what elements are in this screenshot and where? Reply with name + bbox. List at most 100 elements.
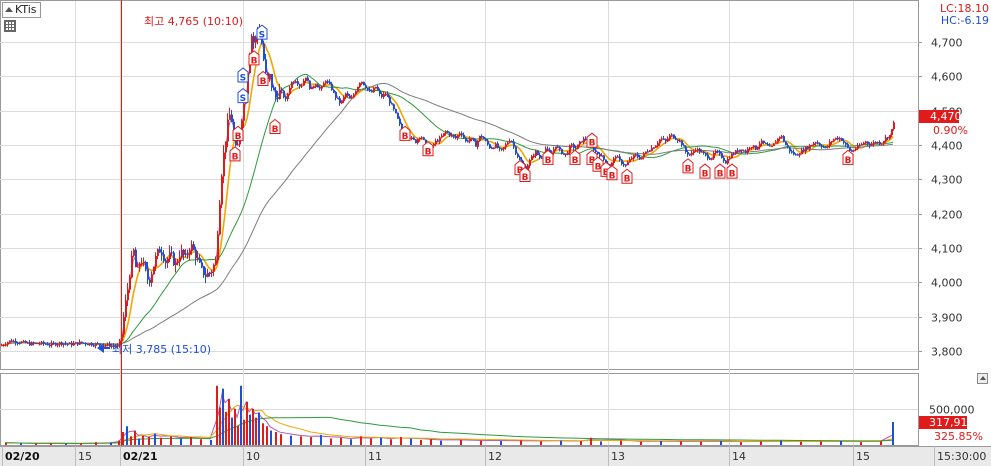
high-marker-label: 최고 4,765 (10:10)	[144, 15, 243, 28]
volume-bar	[400, 437, 402, 445]
candle-body	[849, 147, 851, 151]
candle-body	[631, 158, 633, 160]
volume-bar	[228, 398, 230, 445]
volume-bar	[148, 437, 150, 445]
candle-body	[143, 262, 145, 264]
candle-body	[37, 343, 39, 345]
candle-body	[283, 90, 285, 98]
candle-body	[639, 157, 641, 160]
candle-body	[501, 148, 503, 150]
volume-tick-label: 500,000	[929, 404, 975, 417]
candle-body	[85, 343, 87, 345]
candle-body	[417, 139, 419, 143]
candle-body	[725, 160, 727, 164]
buy-signal: B	[842, 149, 854, 166]
time-tick-label: 15	[856, 450, 870, 463]
axis-labels: 3,8003,9004,0004,1004,2004,3004,4004,500…	[5, 37, 986, 464]
candle-body	[769, 145, 771, 147]
candle-body	[231, 114, 233, 122]
candle-body	[781, 136, 783, 138]
candle-body	[881, 143, 883, 145]
candle-body	[629, 159, 631, 163]
candle-body	[471, 138, 473, 140]
candle-body	[253, 36, 255, 43]
candle-body	[389, 97, 391, 104]
candle-body	[43, 341, 45, 344]
candle-body	[47, 344, 49, 346]
candle-body	[129, 277, 131, 290]
candle-body	[581, 141, 583, 143]
candle-body	[727, 159, 729, 164]
volume-bar	[225, 411, 227, 445]
candle-body	[767, 143, 769, 146]
price-tick-label: 4,300	[931, 174, 963, 187]
candle-body	[637, 154, 639, 158]
candle-body	[323, 83, 325, 87]
low-marker-label: 최저 3,785 (15:10)	[112, 343, 211, 356]
candle-body	[399, 118, 401, 124]
candle-body	[539, 154, 541, 158]
volume-bar	[243, 419, 245, 445]
candle-body	[7, 342, 9, 345]
candle-body	[473, 138, 475, 141]
candle-body	[553, 149, 555, 154]
candle-body	[457, 135, 459, 139]
candle-body	[761, 140, 763, 144]
candle-body	[423, 137, 425, 140]
candle-body	[861, 144, 863, 146]
candle-body	[623, 164, 625, 166]
volume-bar	[892, 422, 894, 445]
volume-ma-lines	[4, 392, 893, 445]
volume-bar	[330, 438, 332, 445]
candle-body	[579, 141, 581, 145]
volume-bar	[420, 439, 422, 445]
candle-body	[327, 81, 329, 83]
candle-body	[453, 134, 455, 137]
candle-body	[833, 139, 835, 142]
candle-body	[11, 340, 13, 342]
volume-bar	[720, 441, 722, 445]
candle-body	[703, 151, 705, 153]
candle-body	[771, 145, 773, 147]
candle-body	[759, 143, 761, 147]
signal-letter: B	[717, 170, 724, 180]
candle-body	[451, 134, 453, 136]
candle-body	[27, 342, 29, 344]
candle-body	[163, 254, 165, 261]
candle-body	[219, 204, 221, 235]
candle-body	[827, 145, 829, 148]
price-tick-label: 4,600	[931, 71, 963, 84]
candle-body	[815, 142, 817, 144]
sell-signal: S	[237, 87, 249, 104]
candle-body	[491, 148, 493, 150]
candle-body	[227, 119, 229, 142]
volume-bar	[35, 443, 37, 445]
candle-body	[445, 131, 447, 134]
candle-body	[677, 139, 679, 141]
candle-body	[5, 344, 7, 346]
volume-bar	[160, 437, 162, 445]
volume-bar	[110, 442, 112, 445]
candle-body	[829, 141, 831, 146]
volume-bar	[138, 438, 140, 445]
candle-body	[125, 300, 127, 318]
candle-body	[441, 136, 443, 138]
candle-body	[803, 149, 805, 152]
buy-signal: B	[682, 158, 694, 174]
candle-body	[411, 137, 413, 139]
candle-body	[55, 343, 57, 346]
candle-body	[469, 138, 471, 142]
candle-body	[89, 343, 91, 345]
candle-body	[567, 152, 569, 155]
volume-bar	[237, 425, 239, 445]
candle-body	[127, 289, 129, 301]
candle-body	[45, 343, 47, 345]
candle-body	[513, 141, 515, 147]
buy-signal: B	[621, 168, 633, 185]
candle-body	[735, 150, 737, 155]
candle-body	[75, 342, 77, 344]
candle-body	[313, 86, 315, 88]
volume-bar	[840, 441, 842, 445]
price-chart[interactable]: SSBBBBBSBBBBBBBBBBBBBBBBB 3,800 3,900 4,00…	[0, 0, 991, 466]
candle-body	[309, 80, 311, 90]
